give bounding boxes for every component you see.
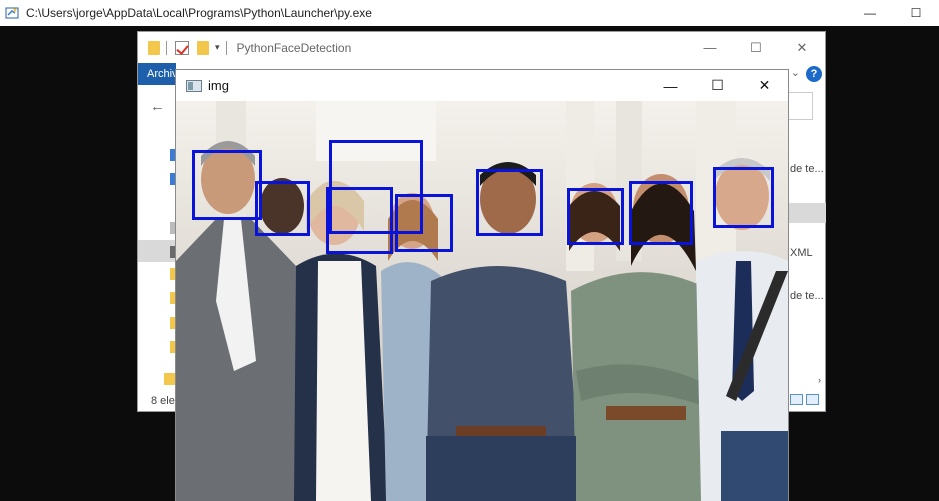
face-detection-box (713, 167, 774, 228)
help-icon[interactable]: ? (806, 66, 822, 82)
img-minimize-button[interactable]: — (647, 70, 694, 101)
window-app-icon (186, 79, 202, 92)
python-launcher-icon (5, 6, 19, 20)
file-type-text: de te... (790, 163, 824, 175)
face-detection-box (395, 194, 453, 252)
scroll-right-arrow-icon[interactable]: › (818, 375, 821, 385)
img-maximize-button[interactable]: ☐ (694, 70, 741, 101)
console-window-title: C:\Users\jorge\AppData\Local\Programs\Py… (26, 6, 372, 20)
face-detection-box (255, 181, 310, 236)
group-photo (176, 101, 788, 501)
explorer-close-button[interactable]: ✕ (779, 32, 825, 63)
explorer-titlebar[interactable]: ▾ PythonFaceDetection — ☐ ✕ (138, 32, 825, 63)
file-type-text: de te... (790, 290, 824, 302)
explorer-window-title: PythonFaceDetection (236, 40, 352, 55)
separator (225, 40, 227, 55)
search-box[interactable] (788, 92, 813, 120)
image-viewer-window: img — ☐ ✕ (175, 69, 789, 501)
explorer-maximize-button[interactable]: ☐ (733, 32, 779, 63)
console-titlebar[interactable]: C:\Users\jorge\AppData\Local\Programs\Py… (0, 0, 939, 26)
separator (166, 40, 167, 55)
large-icons-view-icon[interactable] (806, 394, 819, 405)
face-detection-box (629, 181, 693, 245)
ribbon-tab-file[interactable]: Archivo (138, 63, 176, 85)
img-window-title: img (208, 78, 229, 93)
console-minimize-button[interactable]: — (847, 0, 893, 26)
details-view-icon[interactable] (790, 394, 803, 405)
face-detection-box (192, 150, 262, 220)
file-type-text: XML (790, 247, 813, 259)
face-detection-box (476, 169, 543, 236)
face-detection-box (326, 187, 393, 254)
img-close-button[interactable]: ✕ (741, 70, 788, 101)
console-maximize-button[interactable]: ☐ (893, 0, 939, 26)
chevron-down-icon[interactable]: ⌄ (791, 66, 800, 79)
face-detection-box (567, 188, 624, 245)
explorer-minimize-button[interactable]: — (687, 32, 733, 63)
folder-icon (148, 40, 160, 55)
properties-icon[interactable] (175, 40, 189, 55)
img-window-titlebar[interactable]: img — ☐ ✕ (176, 70, 788, 101)
quick-access-dropdown-icon[interactable]: ▾ (215, 42, 220, 53)
face-detection-image (176, 101, 788, 501)
new-folder-icon[interactable] (197, 40, 209, 55)
back-arrow-icon[interactable]: ← (150, 98, 165, 115)
file-list-selected-row[interactable] (789, 203, 826, 223)
